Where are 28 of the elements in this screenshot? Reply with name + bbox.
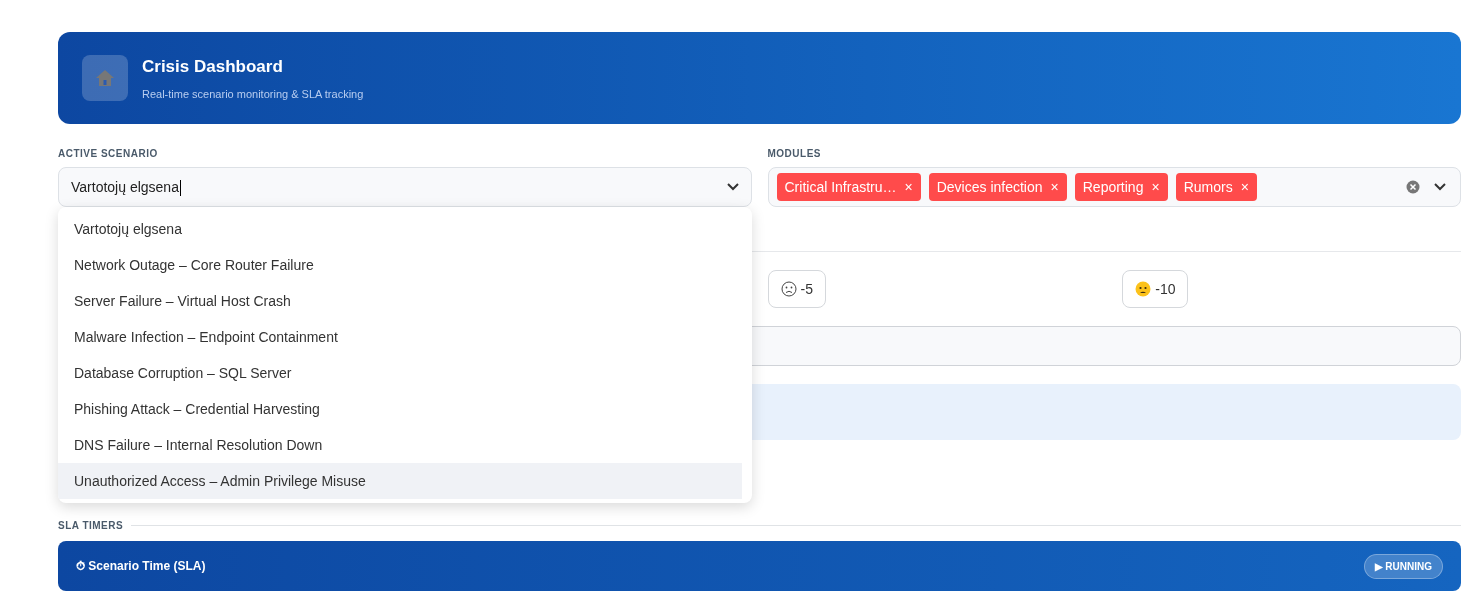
status-badge: ▶ RUNNING — [1363, 553, 1443, 579]
clear-icon[interactable] — [1406, 180, 1420, 194]
sad-face-icon — [780, 281, 797, 297]
scenario-option[interactable]: Vartotojų elgsena — [58, 211, 742, 247]
scenario-option[interactable]: Server Failure – Virtual Host Crash — [58, 283, 742, 319]
scenario-option[interactable]: Malware Infection – Endpoint Containment — [58, 319, 742, 355]
chevron-down-icon — [726, 183, 739, 191]
tag-label: Devices infection — [936, 177, 1043, 197]
worried-face-icon — [1135, 281, 1152, 297]
dashboard-title: Crisis Dashboard — [142, 56, 284, 78]
scenario-option[interactable]: Network Outage – Core Router Failure — [58, 247, 742, 283]
scenario-select[interactable]: Vartotojų elgsena — [58, 167, 752, 207]
scenario-option[interactable]: Database Corruption – SQL Server — [58, 355, 742, 391]
scenario-option[interactable]: Unauthorized Access – Admin Privilege Misuse — [58, 463, 742, 499]
scenario-option[interactable]: Phishing Attack – Credential Harvesting — [58, 391, 742, 427]
scenario-option[interactable]: DNS Failure – Internal Resolution Down — [58, 427, 742, 463]
score-button[interactable]: -5 — [767, 270, 826, 308]
tag-label: Rumors — [1183, 177, 1233, 197]
tag-label: Reporting — [1082, 177, 1144, 197]
field-label: MODULES — [767, 147, 822, 161]
score-button[interactable]: -10 — [1122, 270, 1189, 308]
section-label: SLA TIMERS — [58, 519, 124, 533]
home-icon — [82, 55, 128, 101]
field-label: ACTIVE SCENARIO — [58, 147, 159, 161]
chevron-down-icon — [1434, 183, 1446, 191]
dashboard-subtitle: Real-time scenario monitoring & SLA tracking — [142, 86, 364, 102]
timer-title: ⏱ Scenario Time (SLA) — [76, 558, 206, 575]
tag-label: Critical Infrastru… — [784, 177, 897, 197]
